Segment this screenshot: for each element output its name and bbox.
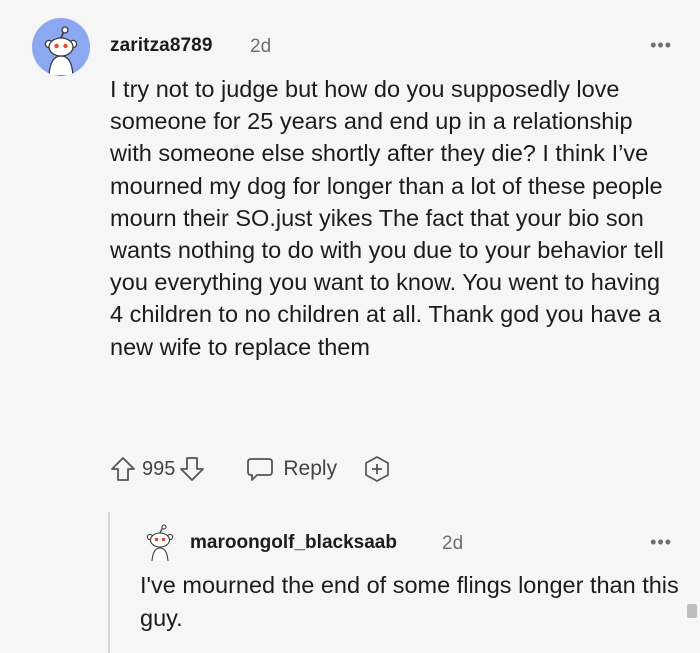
thread-line[interactable] xyxy=(108,512,110,653)
comment-action-bar: 995 Reply xyxy=(108,452,391,486)
arrow-up-icon[interactable] xyxy=(108,454,138,484)
reply-label[interactable]: Reply xyxy=(283,457,337,481)
comment-thread: zaritza8789 2d ••• I try not to judge bu… xyxy=(0,0,700,653)
comment-username[interactable]: zaritza8789 xyxy=(110,35,213,57)
plus-award-icon[interactable] xyxy=(363,455,391,483)
reply-button[interactable]: Reply xyxy=(245,454,337,484)
snoo-avatar-icon xyxy=(146,524,174,562)
arrow-down-icon[interactable] xyxy=(177,454,207,484)
more-options-icon[interactable]: ••• xyxy=(650,533,672,551)
snoo-avatar-icon xyxy=(44,26,78,76)
scrollbar-handle[interactable] xyxy=(687,604,697,618)
speech-bubble-icon xyxy=(247,458,274,481)
comment-timestamp: 2d xyxy=(250,36,272,57)
vote-count: 995 xyxy=(142,457,176,480)
reply-username[interactable]: maroongolf_blacksaab xyxy=(190,532,397,554)
avatar[interactable] xyxy=(32,18,90,76)
more-options-icon[interactable]: ••• xyxy=(650,36,672,54)
reply-avatar[interactable] xyxy=(142,524,178,562)
reply-timestamp: 2d xyxy=(442,533,464,554)
reply-text: I've mourned the end of some flings long… xyxy=(140,572,679,631)
comment-text: I try not to judge but how do you suppos… xyxy=(110,76,664,360)
